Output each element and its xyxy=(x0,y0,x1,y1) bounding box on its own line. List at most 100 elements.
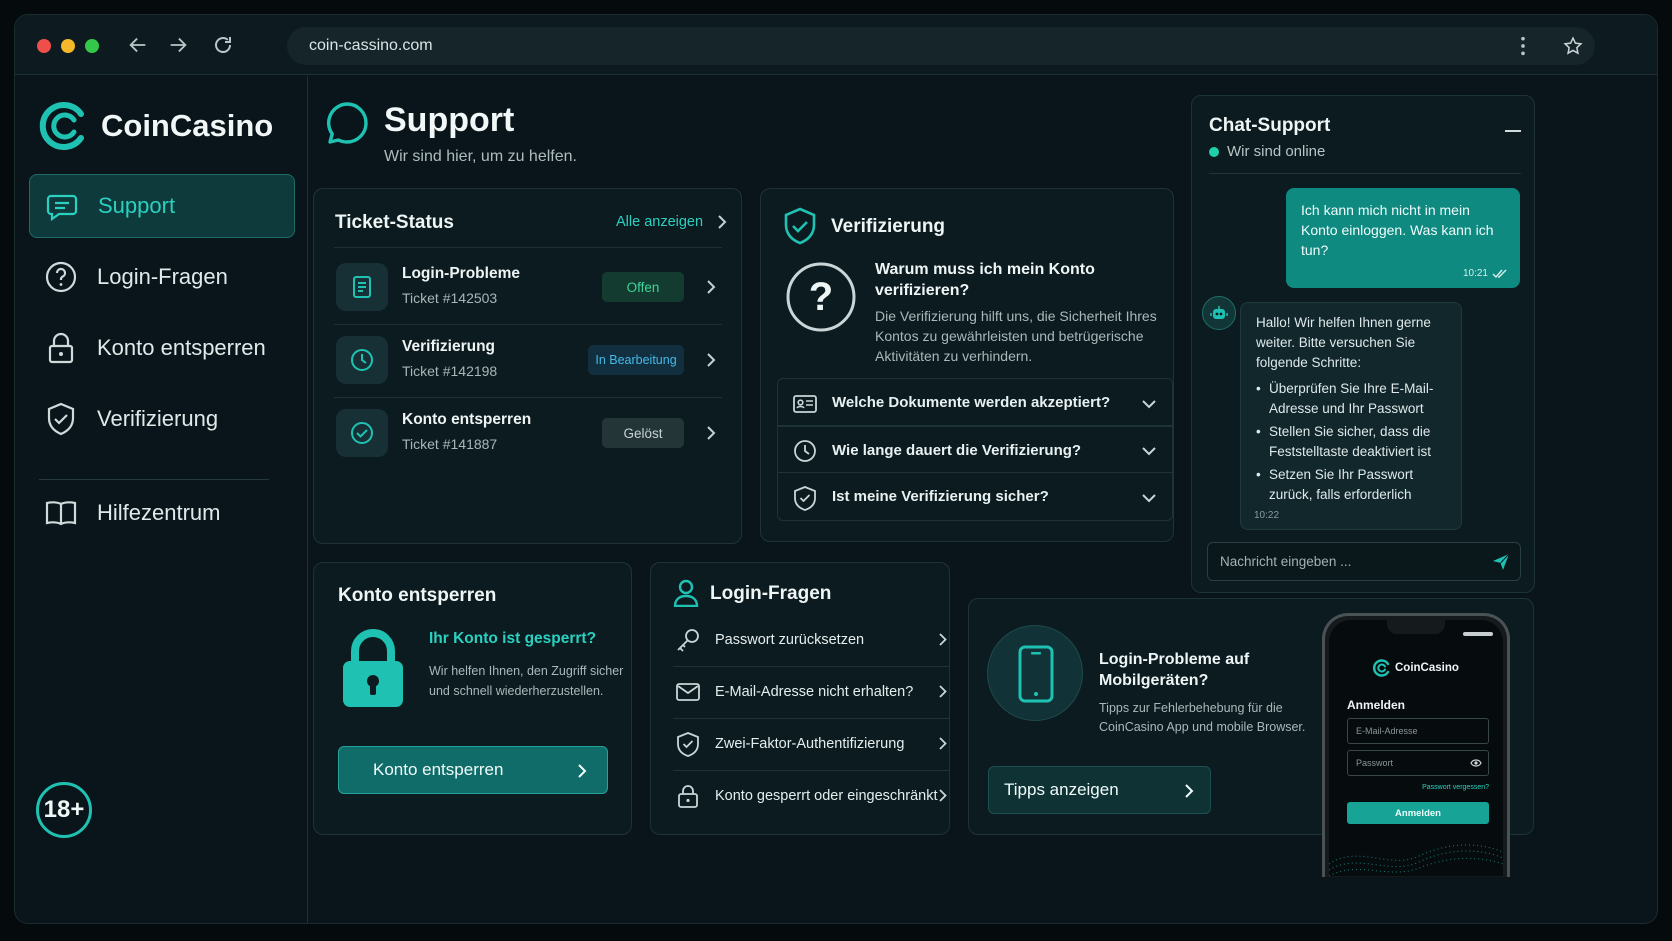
sidebar-divider xyxy=(39,479,269,480)
login-faq-account-locked[interactable]: Konto gesperrt oder eingeschränkt xyxy=(673,769,949,823)
faq-item-duration[interactable]: Wie lange dauert die Verifizierung? xyxy=(777,425,1173,474)
padlock-icon xyxy=(343,629,403,707)
phone-icon-circle xyxy=(987,625,1083,721)
chevron-right-icon xyxy=(939,737,947,750)
chevron-right-icon xyxy=(718,215,727,229)
ticket-icon-box xyxy=(336,263,388,311)
faq-label: Welche Dokumente werden akzeptiert? xyxy=(832,394,1111,411)
faq-item-security[interactable]: Ist meine Verifizierung sicher? xyxy=(777,472,1173,521)
phone-login-button[interactable]: Anmelden xyxy=(1347,802,1489,824)
minimize-window-button[interactable] xyxy=(61,39,75,53)
chat-support-panel: Chat-Support Wir sind online Ich kann mi… xyxy=(1191,95,1535,593)
brand-name: CoinCasino xyxy=(101,108,274,143)
mobile-login-card: Login-Probleme auf Mobilgeräten? Tipps z… xyxy=(968,598,1534,877)
chat-input-placeholder: Nachricht eingeben ... xyxy=(1220,554,1352,569)
mail-icon xyxy=(676,683,700,701)
support-chat-icon xyxy=(327,102,368,144)
smartphone-icon xyxy=(1018,645,1054,703)
bot-step-item: Überprüfen Sie Ihre E-Mail-Adresse und I… xyxy=(1256,379,1456,419)
ticket-icon-box xyxy=(336,336,388,384)
chevron-right-icon xyxy=(939,685,947,698)
bot-step-item: Setzen Sie Ihr Passwort zurück, falls er… xyxy=(1256,465,1456,505)
ticket-row[interactable]: Login-Probleme Ticket #142503 Offen xyxy=(334,248,722,325)
ticket-icon-box xyxy=(336,409,388,457)
unlock-account-card: Konto entsperren Ihr Konto ist gesperrt?… xyxy=(313,562,632,835)
sidebar-item-support[interactable]: Support xyxy=(29,174,295,238)
login-faq-email-not-received[interactable]: E-Mail-Adresse nicht erhalten? xyxy=(673,665,949,719)
phone-password-placeholder: Passwort xyxy=(1356,758,1394,768)
back-arrow-icon[interactable] xyxy=(127,34,149,56)
login-faq-password-reset[interactable]: Passwort zurücksetzen xyxy=(673,613,949,667)
close-window-button[interactable] xyxy=(37,39,51,53)
mobile-text: Tipps zur Fehlerbehebung für die CoinCas… xyxy=(1099,701,1306,734)
phone-password-field[interactable]: Passwort xyxy=(1347,750,1489,776)
faq-label: Ist meine Verifizierung sicher? xyxy=(832,488,1049,505)
brand-logo[interactable]: CoinCasino xyxy=(39,100,273,152)
chevron-right-icon xyxy=(578,764,587,778)
double-check-icon xyxy=(1492,269,1507,279)
chevron-down-icon xyxy=(1142,400,1156,409)
chat-title: Chat-Support xyxy=(1209,115,1331,136)
view-all-label: Alle anzeigen xyxy=(616,214,704,230)
status-badge: Gelöst xyxy=(602,418,684,448)
user-message-time: 10:21 xyxy=(1462,268,1488,279)
verification-answer: Die Verifizierung hilft uns, die Sicherh… xyxy=(875,308,1157,364)
sidebar-item-login-fragen[interactable]: Login-Fragen xyxy=(29,245,295,309)
sidebar: CoinCasino Support Login-Fragen Konto en… xyxy=(15,76,308,923)
unlock-account-button[interactable]: Konto entsperren xyxy=(338,746,608,794)
login-questions-title: Login-Fragen xyxy=(710,583,832,604)
phone-status-indicator xyxy=(1463,632,1493,636)
more-menu-icon[interactable] xyxy=(1511,35,1535,57)
phone-wave-decoration xyxy=(1329,844,1503,876)
address-bar[interactable]: coin-cassino.com xyxy=(287,27,1595,65)
chat-message-input[interactable]: Nachricht eingeben ... xyxy=(1207,542,1521,581)
login-faq-two-factor[interactable]: Zwei-Faktor-Authentifizierung xyxy=(673,717,949,771)
button-label: Tipps anzeigen xyxy=(1004,780,1119,799)
age-restriction-badge: 18+ xyxy=(36,782,92,838)
ticket-row[interactable]: Konto entsperren Ticket #141887 Gelöst xyxy=(334,394,722,471)
sidebar-item-label: Hilfezentrum xyxy=(97,500,221,525)
sidebar-item-verifizierung[interactable]: Verifizierung xyxy=(29,387,295,451)
chevron-down-icon xyxy=(1142,494,1156,503)
forward-arrow-icon[interactable] xyxy=(167,34,189,56)
phone-email-field[interactable]: E-Mail-Adresse xyxy=(1347,718,1489,744)
book-icon xyxy=(45,501,77,526)
ticket-title: Konto entsperren xyxy=(402,411,532,428)
user-message-text: Ich kann mich nicht in mein Konto einlog… xyxy=(1301,202,1494,258)
online-dot-icon xyxy=(1209,146,1219,157)
phone-login-heading: Anmelden xyxy=(1347,698,1406,712)
clock-icon xyxy=(794,440,816,462)
minimize-chat-button[interactable] xyxy=(1505,130,1521,132)
chat-online-status: Wir sind online xyxy=(1209,143,1325,160)
bot-message-content: Hallo! Wir helfen Ihnen gerne weiter. Bi… xyxy=(1256,313,1456,505)
bookmark-star-icon[interactable] xyxy=(1563,36,1583,56)
page-subtitle: Wir sind hier, um zu helfen. xyxy=(384,148,577,165)
robot-icon xyxy=(1210,306,1228,319)
button-label: Konto entsperren xyxy=(373,760,504,779)
send-icon[interactable] xyxy=(1492,553,1510,571)
maximize-window-button[interactable] xyxy=(85,39,99,53)
chevron-right-icon xyxy=(707,426,716,440)
ticket-status-title: Ticket-Status xyxy=(335,212,454,233)
eye-icon[interactable] xyxy=(1470,758,1482,768)
bot-step-item: Stellen Sie sicher, dass die Feststellta… xyxy=(1256,422,1456,462)
reload-icon[interactable] xyxy=(211,33,235,57)
phone-forgot-password-link[interactable]: Passwort vergessen? xyxy=(1422,784,1489,791)
chevron-right-icon xyxy=(939,633,947,646)
chevron-right-icon xyxy=(1185,784,1194,798)
phone-brand: CoinCasino xyxy=(1373,659,1459,677)
question-mark-icon: ? xyxy=(786,262,856,332)
sidebar-item-hilfezentrum[interactable]: Hilfezentrum xyxy=(29,481,295,545)
phone-brand-name: CoinCasino xyxy=(1395,662,1459,674)
sidebar-item-label: Login-Fragen xyxy=(97,264,228,289)
show-tips-button[interactable]: Tipps anzeigen xyxy=(988,766,1211,814)
faq-item-documents[interactable]: Welche Dokumente werden akzeptiert? xyxy=(777,378,1173,427)
sidebar-item-konto-entsperren[interactable]: Konto entsperren xyxy=(29,316,295,380)
bot-message-bubble: Hallo! Wir helfen Ihnen gerne weiter. Bi… xyxy=(1240,302,1462,530)
browser-toolbar: coin-cassino.com xyxy=(15,15,1657,75)
sidebar-item-label: Support xyxy=(98,193,176,218)
ticket-row[interactable]: Verifizierung Ticket #142198 In Bearbeit… xyxy=(334,321,722,398)
chevron-right-icon xyxy=(707,280,716,294)
login-questions-card: Login-Fragen Passwort zurücksetzen E-Mai… xyxy=(650,562,950,835)
view-all-tickets-link[interactable]: Alle anzeigen xyxy=(616,214,727,230)
